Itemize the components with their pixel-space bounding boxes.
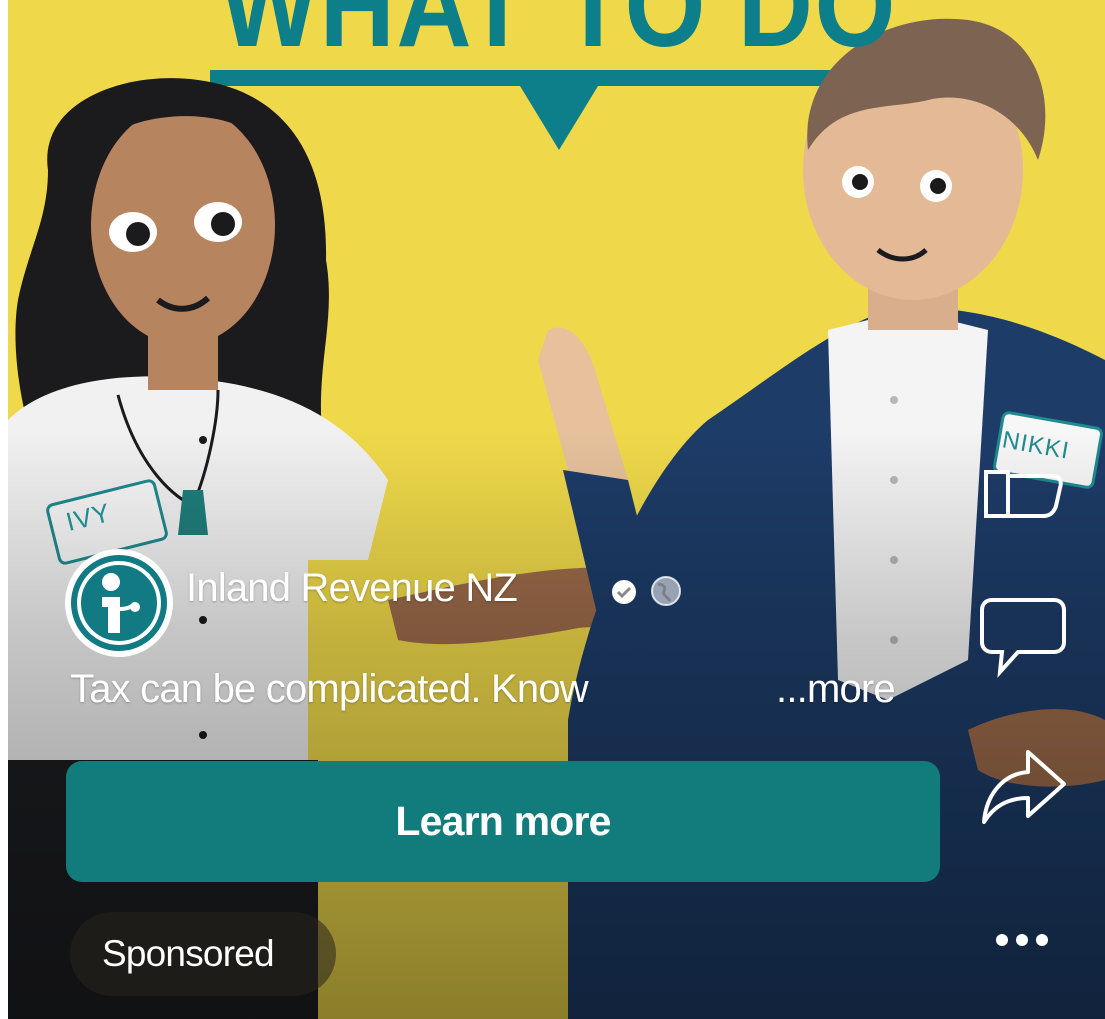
poster-headline: WHAT TO DO [220,0,898,72]
page-name[interactable]: Inland Revenue NZ [186,566,518,611]
comment-icon[interactable] [978,594,1068,678]
thumbs-up-icon[interactable] [978,462,1070,526]
inland-revenue-logo-icon[interactable] [65,549,173,657]
share-icon[interactable] [978,746,1070,828]
more-options-icon[interactable] [990,922,1054,958]
sponsored-label: Sponsored [70,912,336,996]
reel-frame: WHAT TO DO IVY NIKKI Inland Revenue NZ T… [8,0,1105,1019]
verified-badge-icon [612,580,636,604]
learn-more-button[interactable]: Learn more [66,761,940,882]
see-more-link[interactable]: ...more [776,667,896,712]
post-caption: Tax can be complicated. Know [70,667,589,711]
globe-icon [651,576,681,606]
